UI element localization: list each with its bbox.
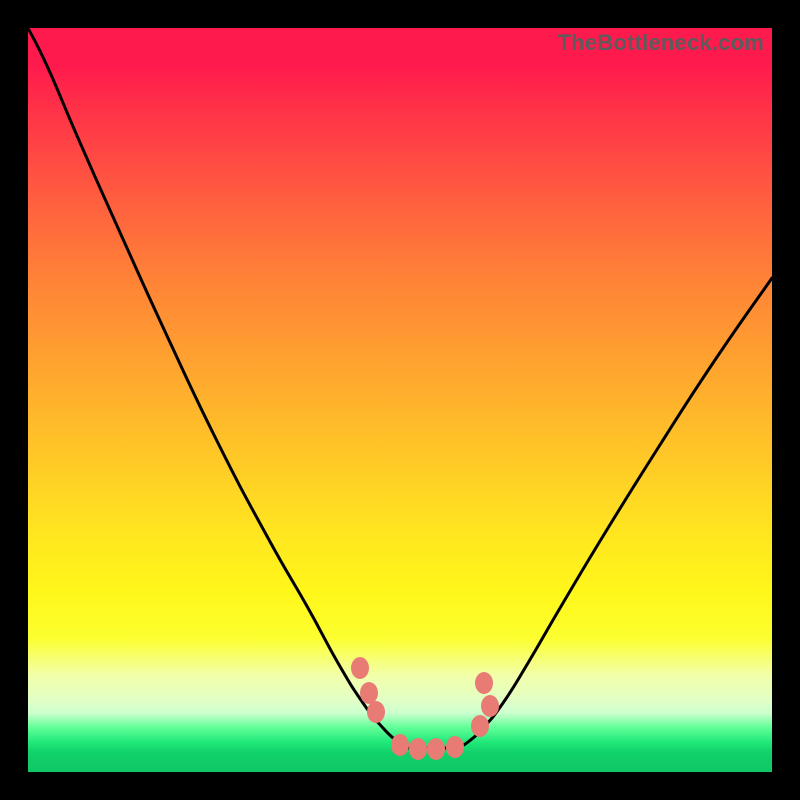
curve-marker	[351, 657, 369, 679]
curve-marker	[446, 736, 464, 758]
chart-frame: TheBottleneck.com	[0, 0, 800, 800]
curve-left-segment	[28, 28, 406, 748]
curve-marker	[427, 738, 445, 760]
curve-marker	[409, 738, 427, 760]
curve-right-segment	[458, 278, 772, 748]
curve-marker	[471, 715, 489, 737]
curve-marker	[360, 682, 378, 704]
curve-marker	[481, 695, 499, 717]
chart-plot-area: TheBottleneck.com	[28, 28, 772, 772]
curve-marker	[475, 672, 493, 694]
curve-marker	[367, 701, 385, 723]
curve-markers	[351, 657, 499, 760]
bottleneck-curve	[28, 28, 772, 772]
curve-marker	[391, 734, 409, 756]
